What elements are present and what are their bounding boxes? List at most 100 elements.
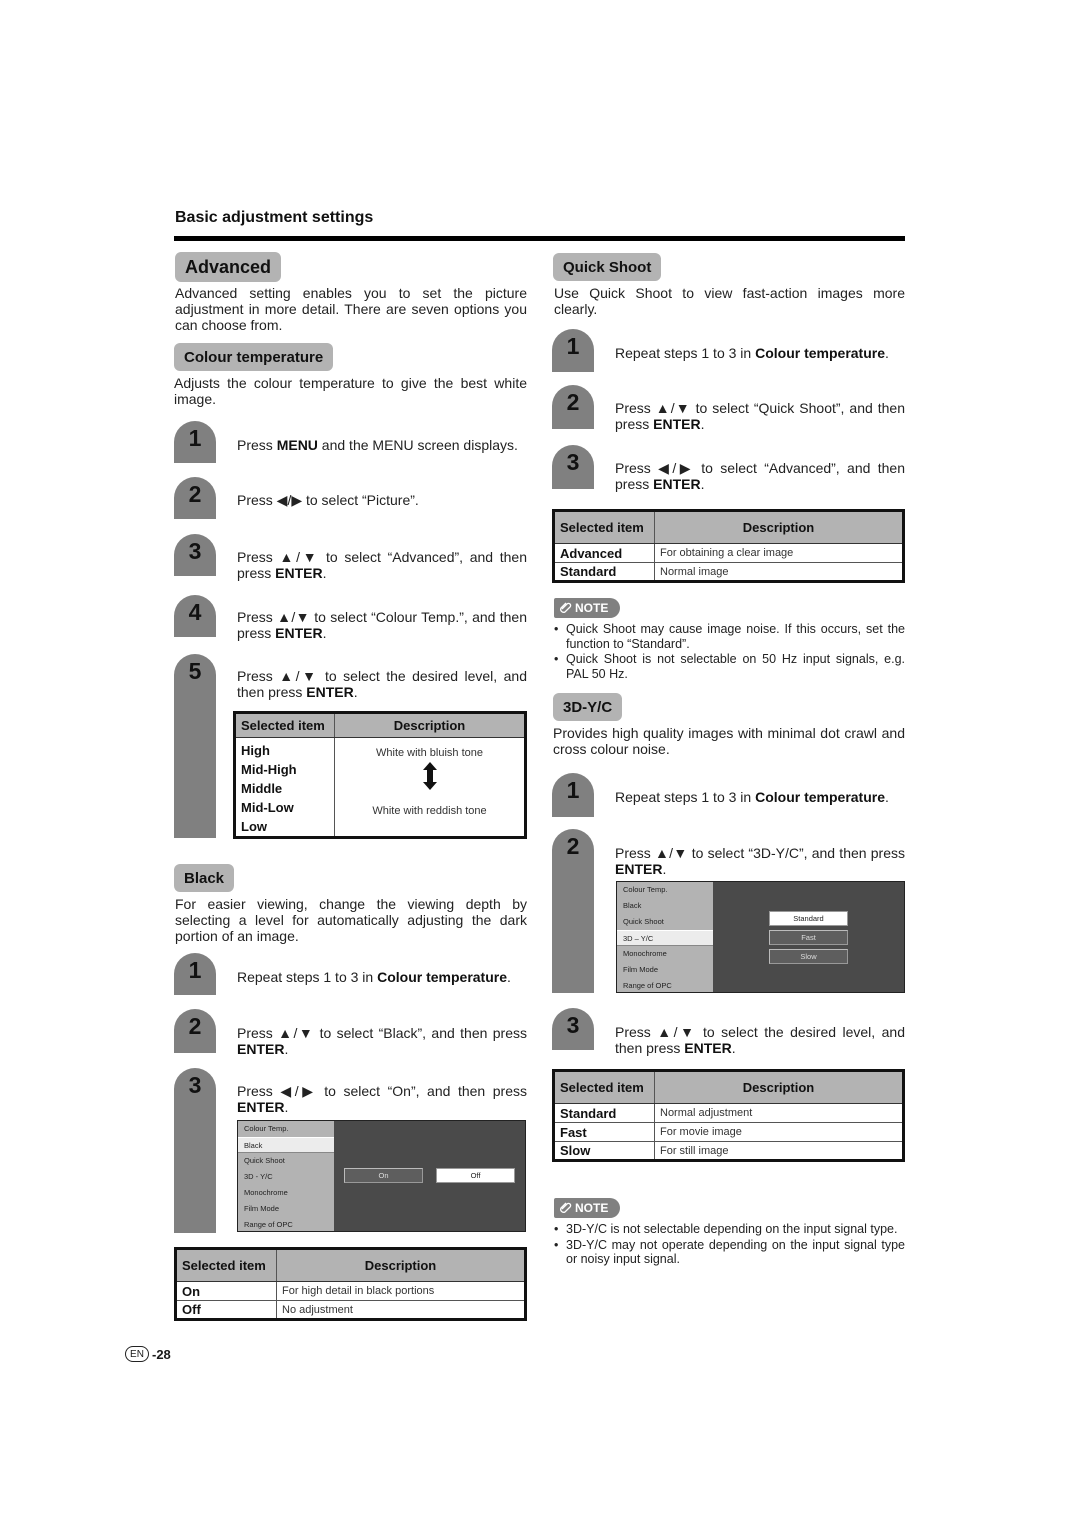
step-text: Press ▲/▼ to select “Colour Temp.”, and … xyxy=(237,609,527,641)
note-item: Quick Shoot may cause image noise. If th… xyxy=(554,622,905,651)
column-header: Selected item xyxy=(175,1248,277,1282)
page-number-text: -28 xyxy=(152,1346,171,1362)
black-intro: For easier viewing, change the viewing d… xyxy=(175,896,527,944)
table-item: Advanced xyxy=(553,543,655,563)
column-header: Description xyxy=(276,1248,526,1282)
table-item: Standard xyxy=(553,562,655,582)
step-badge: 3 xyxy=(174,534,216,576)
note-badge: NOTE xyxy=(554,1198,620,1218)
tv-menu-item: Quick Shoot xyxy=(244,1156,285,1165)
page-number: EN -28 xyxy=(125,1346,171,1362)
step-badge: 2 xyxy=(174,477,216,519)
column-header: Selected item xyxy=(234,712,335,738)
table-description: For obtaining a clear image xyxy=(654,543,904,563)
table-row: Standard Normal adjustment xyxy=(553,1103,904,1123)
3d-yc-notes: 3D-Y/C is not selectable depending on th… xyxy=(554,1222,905,1268)
table-item: High xyxy=(241,743,270,758)
tv-option-fast: Fast xyxy=(769,930,848,945)
tv-option-standard: Standard xyxy=(769,911,848,926)
colour-temperature-heading: Colour temperature xyxy=(174,343,334,371)
step-text: Press ◀/▶ to select “Advanced”, and then… xyxy=(615,460,905,492)
tv-menu-screen: Colour Temp. Black Quick Shoot 3D – Y/C … xyxy=(616,881,905,993)
step-badge: 5 xyxy=(174,654,216,838)
table-row: Slow For still image xyxy=(553,1141,904,1161)
step-text: Repeat steps 1 to 3 in Colour temperatur… xyxy=(615,345,889,361)
column-header: Selected item xyxy=(553,1070,655,1104)
step-badge: 3 xyxy=(552,445,594,489)
table-description: For high detail in black portions xyxy=(276,1281,526,1301)
table-item: Mid-High xyxy=(241,762,297,777)
table-description: Normal image xyxy=(654,562,904,582)
table-item: Fast xyxy=(553,1122,655,1142)
table-item: Middle xyxy=(241,781,283,796)
step-badge: 1 xyxy=(174,421,216,463)
tv-menu-item-selected: Black xyxy=(238,1137,334,1153)
description-bottom: White with reddish tone xyxy=(372,805,487,817)
step-badge: 3 xyxy=(552,1008,594,1050)
tv-option-slow: Slow xyxy=(769,949,848,964)
table-row: Fast For movie image xyxy=(553,1122,904,1142)
step-badge: 4 xyxy=(174,595,216,637)
table-row: Standard Normal image xyxy=(553,562,904,582)
tv-menu-item: Range of OPC xyxy=(244,1220,293,1229)
column-header: Description xyxy=(654,510,904,544)
step-text: Press ▲/▼ to select “3D-Y/C”, and then p… xyxy=(615,845,905,877)
advanced-heading: Advanced xyxy=(175,252,282,282)
step-text: Press ◀/▶ to select “On”, and then press… xyxy=(237,1083,527,1115)
tv-menu-item: Black xyxy=(623,901,642,910)
colour-temperature-intro: Adjusts the colour temperature to give t… xyxy=(174,375,527,407)
step-badge: 2 xyxy=(552,829,594,993)
column-header: Description xyxy=(654,1070,904,1104)
step-text: Press ▲/▼ to select the desired level, a… xyxy=(237,668,527,700)
3d-yc-heading: 3D-Y/C xyxy=(553,693,623,721)
items-cell: High Mid-High Middle Mid-Low Low xyxy=(234,737,335,838)
header-rule xyxy=(174,236,905,241)
colour-temperature-table: Selected item Description High Mid-High … xyxy=(233,711,527,839)
step-badge: 1 xyxy=(174,953,216,995)
table-item: Slow xyxy=(553,1141,655,1161)
quick-shoot-intro: Use Quick Shoot to view fast-action imag… xyxy=(554,285,905,317)
step-text: Repeat steps 1 to 3 in Colour temperatur… xyxy=(237,969,511,985)
description-cell: White with bluish tone White with reddis… xyxy=(335,738,526,838)
tv-option-off: Off xyxy=(436,1168,515,1183)
black-heading: Black xyxy=(174,864,235,892)
note-badge: NOTE xyxy=(554,598,620,618)
double-vertical-arrow-icon xyxy=(335,759,524,793)
tv-menu-item: Monochrome xyxy=(623,949,667,958)
table-description: For still image xyxy=(654,1141,904,1161)
table-item: On xyxy=(175,1281,277,1301)
paperclip-icon xyxy=(559,1200,575,1217)
table-item: Standard xyxy=(553,1103,655,1123)
tv-menu-screen: Colour Temp. Black Quick Shoot 3D - Y/C … xyxy=(237,1120,526,1232)
tv-menu-list: Colour Temp. Black Quick Shoot 3D – Y/C … xyxy=(617,882,713,992)
tv-menu-item: 3D - Y/C xyxy=(244,1172,273,1181)
column-header: Description xyxy=(334,712,526,738)
tv-option-on: On xyxy=(344,1168,423,1183)
note-label: NOTE xyxy=(575,1201,609,1215)
3d-yc-table: Selected item Description Standard Norma… xyxy=(552,1069,905,1162)
step-text: Press ▲/▼ to select “Advanced”, and then… xyxy=(237,549,527,581)
3d-yc-intro: Provides high quality images with minima… xyxy=(553,725,905,757)
table-item: Off xyxy=(175,1300,277,1320)
tv-menu-list: Colour Temp. Black Quick Shoot 3D - Y/C … xyxy=(238,1121,334,1231)
quick-shoot-notes: Quick Shoot may cause image noise. If th… xyxy=(554,622,905,682)
note-item: Quick Shoot is not selectable on 50 Hz i… xyxy=(554,652,905,681)
tv-menu-item: Colour Temp. xyxy=(244,1124,289,1133)
table-description: Normal adjustment xyxy=(654,1103,904,1123)
table-row: On For high detail in black portions xyxy=(175,1281,526,1301)
step-badge: 1 xyxy=(552,329,594,372)
step-badge: 2 xyxy=(174,1009,216,1053)
table-item: Low xyxy=(241,819,267,834)
step-text: Repeat steps 1 to 3 in Colour temperatur… xyxy=(615,789,889,805)
step-text: Press ▲/▼ to select “Quick Shoot”, and t… xyxy=(615,400,905,432)
table-description: No adjustment xyxy=(276,1300,526,1320)
table-description: For movie image xyxy=(654,1122,904,1142)
tv-menu-item: Monochrome xyxy=(244,1188,288,1197)
note-item: 3D-Y/C may not operate depending on the … xyxy=(554,1238,905,1267)
advanced-intro: Advanced setting enables you to set the … xyxy=(175,285,527,333)
section-title: Basic adjustment settings xyxy=(175,209,374,226)
table-row: Off No adjustment xyxy=(175,1300,526,1320)
step-badge: 2 xyxy=(552,385,594,429)
step-text: Press ▲/▼ to select the desired level, a… xyxy=(615,1024,905,1056)
language-badge: EN xyxy=(125,1346,149,1362)
